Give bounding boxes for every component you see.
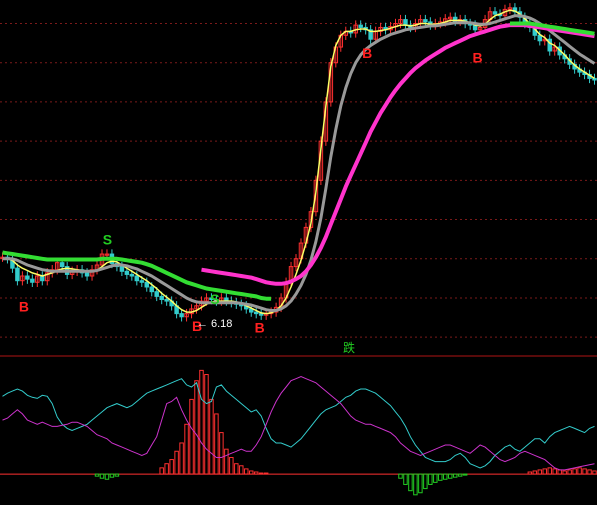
low-price-label: 6.18 bbox=[211, 318, 232, 330]
sell-signal-marker: S bbox=[103, 232, 112, 248]
candle-body bbox=[149, 286, 154, 293]
low-price-annotation: ← 6.18 bbox=[197, 318, 232, 330]
candle-body bbox=[139, 280, 145, 283]
candle-body bbox=[144, 281, 150, 288]
candle-body bbox=[25, 275, 30, 280]
candle-body bbox=[159, 295, 164, 301]
sell-signal-marker: S bbox=[210, 291, 219, 307]
candle-body bbox=[403, 19, 408, 26]
candle-body bbox=[124, 270, 130, 275]
chart-background bbox=[0, 0, 597, 505]
candle-body bbox=[592, 77, 597, 81]
candle-body bbox=[258, 313, 264, 316]
candle-body bbox=[154, 291, 159, 297]
stock-chart: SSBB BB B ← 6.18 跌 bbox=[0, 0, 597, 505]
buy-signal-marker: B bbox=[473, 50, 483, 66]
candle-body bbox=[253, 311, 259, 315]
low-arrow-icon: ← bbox=[197, 318, 208, 330]
candle-body bbox=[492, 11, 498, 15]
candle-body bbox=[119, 266, 125, 272]
indicator-status: 跌 bbox=[343, 340, 355, 355]
candle-body bbox=[15, 267, 20, 282]
candle-body bbox=[179, 313, 184, 318]
candle-body bbox=[134, 275, 140, 282]
buy-signal-marker: B bbox=[362, 45, 372, 61]
candle-body bbox=[129, 273, 135, 277]
candle-body bbox=[84, 272, 90, 277]
candle-body bbox=[30, 278, 35, 283]
buy-signal-marker: B bbox=[255, 319, 265, 335]
candle-body bbox=[358, 24, 363, 28]
candle-body bbox=[164, 299, 169, 302]
candle-body bbox=[423, 19, 428, 23]
buy-signal-marker: B bbox=[19, 298, 29, 314]
candle-body bbox=[59, 262, 65, 268]
